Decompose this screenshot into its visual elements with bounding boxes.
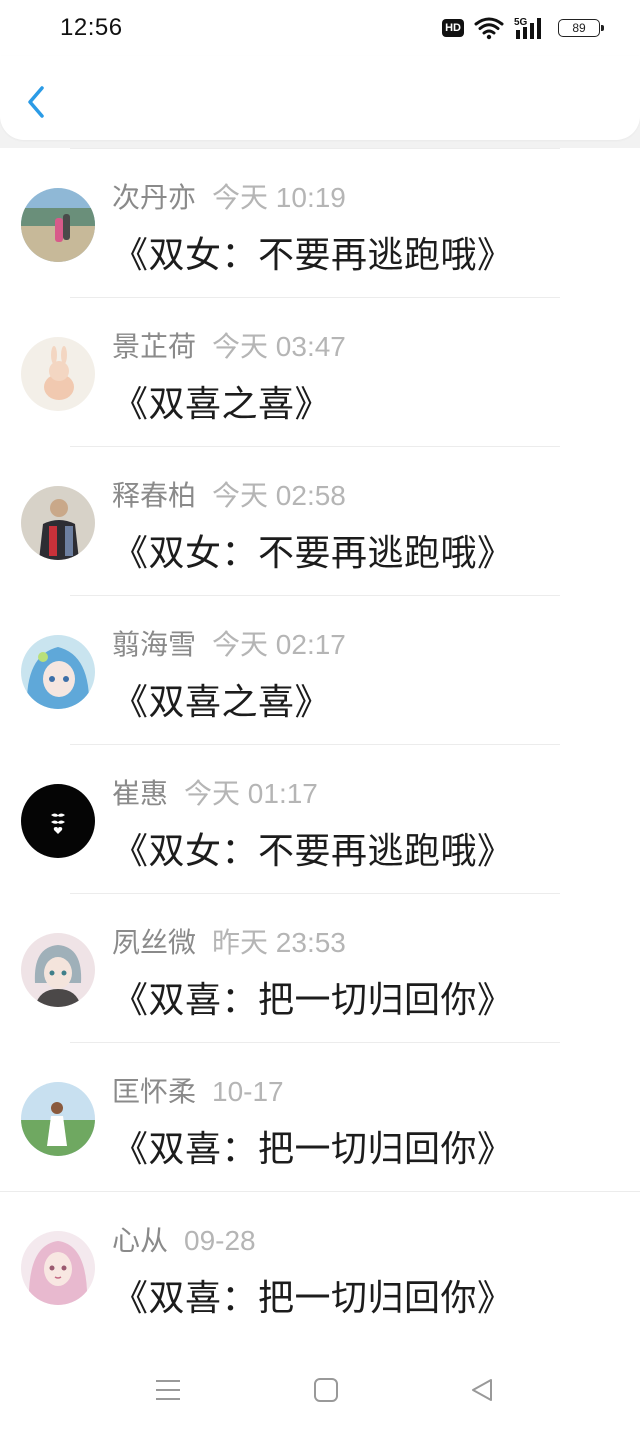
sender-name-text: 景芷荷: [112, 330, 197, 363]
sender-name: 次丹亦 今天 10:19: [112, 176, 346, 216]
status-time: 12:56: [60, 14, 123, 41]
timestamp: 今天 02:17: [212, 629, 346, 660]
list-item[interactable]: 崔惠 今天 01:17 《双女：不要再逃跑哦》: [0, 744, 640, 893]
signal-5g-icon: 5G: [514, 16, 548, 40]
chevron-left-icon: [28, 86, 44, 118]
sender-name-text: 次丹亦: [112, 181, 197, 214]
list-item[interactable]: 心从 09-28 《双喜：把一切归回你》: [0, 1191, 640, 1340]
sender-name-text: 心从: [112, 1224, 169, 1257]
avatar[interactable]: [21, 337, 95, 411]
battery-indicator: 89: [558, 19, 604, 37]
back-triangle-icon: [472, 1379, 492, 1401]
list-item[interactable]: 景芷荷 今天 03:47 《双喜之喜》: [0, 297, 640, 446]
menu-button[interactable]: [148, 1370, 188, 1410]
timestamp: 09-28: [184, 1225, 256, 1256]
message-text: 《双喜：把一切归回你》: [112, 980, 514, 1021]
sender-name: 崔惠 今天 01:17: [112, 772, 318, 812]
sender-name: 匡怀柔 10-17: [112, 1070, 284, 1110]
home-square-icon: [314, 1378, 338, 1402]
top-app-bar: [0, 56, 640, 140]
message-text: 《双喜：把一切归回你》: [112, 1278, 514, 1319]
divider: [70, 744, 560, 745]
timestamp: 今天 01:17: [184, 778, 318, 809]
message-text: 《双女：不要再逃跑哦》: [112, 235, 514, 276]
sender-name-text: 释春柏: [112, 479, 197, 512]
avatar[interactable]: [21, 635, 95, 709]
message-text: 《双女：不要再逃跑哦》: [112, 831, 514, 872]
sender-name: 景芷荷 今天 03:47: [112, 325, 346, 365]
wifi-icon: [474, 16, 504, 40]
system-nav-bar: [0, 1344, 640, 1433]
divider: [70, 1042, 560, 1043]
back-button[interactable]: [18, 82, 54, 122]
status-bar: 12:56 HD 5G 89: [0, 0, 640, 56]
timestamp: 10-17: [212, 1076, 284, 1107]
home-button[interactable]: [306, 1370, 346, 1410]
list-item[interactable]: 释春柏 今天 02:58 《双女：不要再逃跑哦》: [0, 446, 640, 595]
battery-level: 89: [572, 21, 586, 35]
timestamp: 昨天 23:53: [212, 927, 346, 958]
timestamp: 今天 10:19: [212, 182, 346, 213]
timestamp: 今天 02:58: [212, 480, 346, 511]
avatar[interactable]: [21, 933, 95, 1007]
timestamp: 今天 03:47: [212, 331, 346, 362]
status-icons: HD 5G 89: [442, 16, 604, 40]
sender-name: 翦海雪 今天 02:17: [112, 623, 346, 663]
message-list[interactable]: 次丹亦 今天 10:19 《双女：不要再逃跑哦》 景芷荷 今天 03:47 《双喜之…: [0, 148, 640, 1344]
sender-name-text: 翦海雪: [112, 628, 197, 661]
avatar[interactable]: [21, 1082, 95, 1156]
sender-name-text: 崔惠: [112, 777, 169, 810]
divider: [0, 1191, 640, 1192]
sender-name: 释春柏 今天 02:58: [112, 474, 346, 514]
avatar[interactable]: [21, 188, 95, 262]
divider: [70, 446, 560, 447]
divider: [70, 297, 560, 298]
message-text: 《双喜之喜》: [112, 384, 332, 425]
signal-label: 5G: [514, 17, 528, 28]
nav-back-button[interactable]: [462, 1370, 502, 1410]
avatar[interactable]: [21, 784, 95, 858]
divider: [70, 595, 560, 596]
message-text: 《双喜：把一切归回你》: [112, 1129, 514, 1170]
divider: [70, 893, 560, 894]
list-item[interactable]: 夙丝微 昨天 23:53 《双喜：把一切归回你》: [0, 893, 640, 1042]
list-item[interactable]: 翦海雪 今天 02:17 《双喜之喜》: [0, 595, 640, 744]
menu-icon: [156, 1380, 180, 1400]
sender-name: 心从 09-28: [112, 1219, 256, 1259]
divider: [70, 148, 560, 149]
sender-name-text: 匡怀柔: [112, 1075, 197, 1108]
message-text: 《双女：不要再逃跑哦》: [112, 533, 514, 574]
sender-name-text: 夙丝微: [112, 926, 197, 959]
list-item[interactable]: 次丹亦 今天 10:19 《双女：不要再逃跑哦》: [0, 148, 640, 297]
avatar[interactable]: [21, 1231, 95, 1305]
message-text: 《双喜之喜》: [112, 682, 332, 723]
hd-badge: HD: [442, 19, 464, 37]
avatar[interactable]: [21, 486, 95, 560]
list-item[interactable]: 匡怀柔 10-17 《双喜：把一切归回你》: [0, 1042, 640, 1191]
sender-name: 夙丝微 昨天 23:53: [112, 921, 346, 961]
